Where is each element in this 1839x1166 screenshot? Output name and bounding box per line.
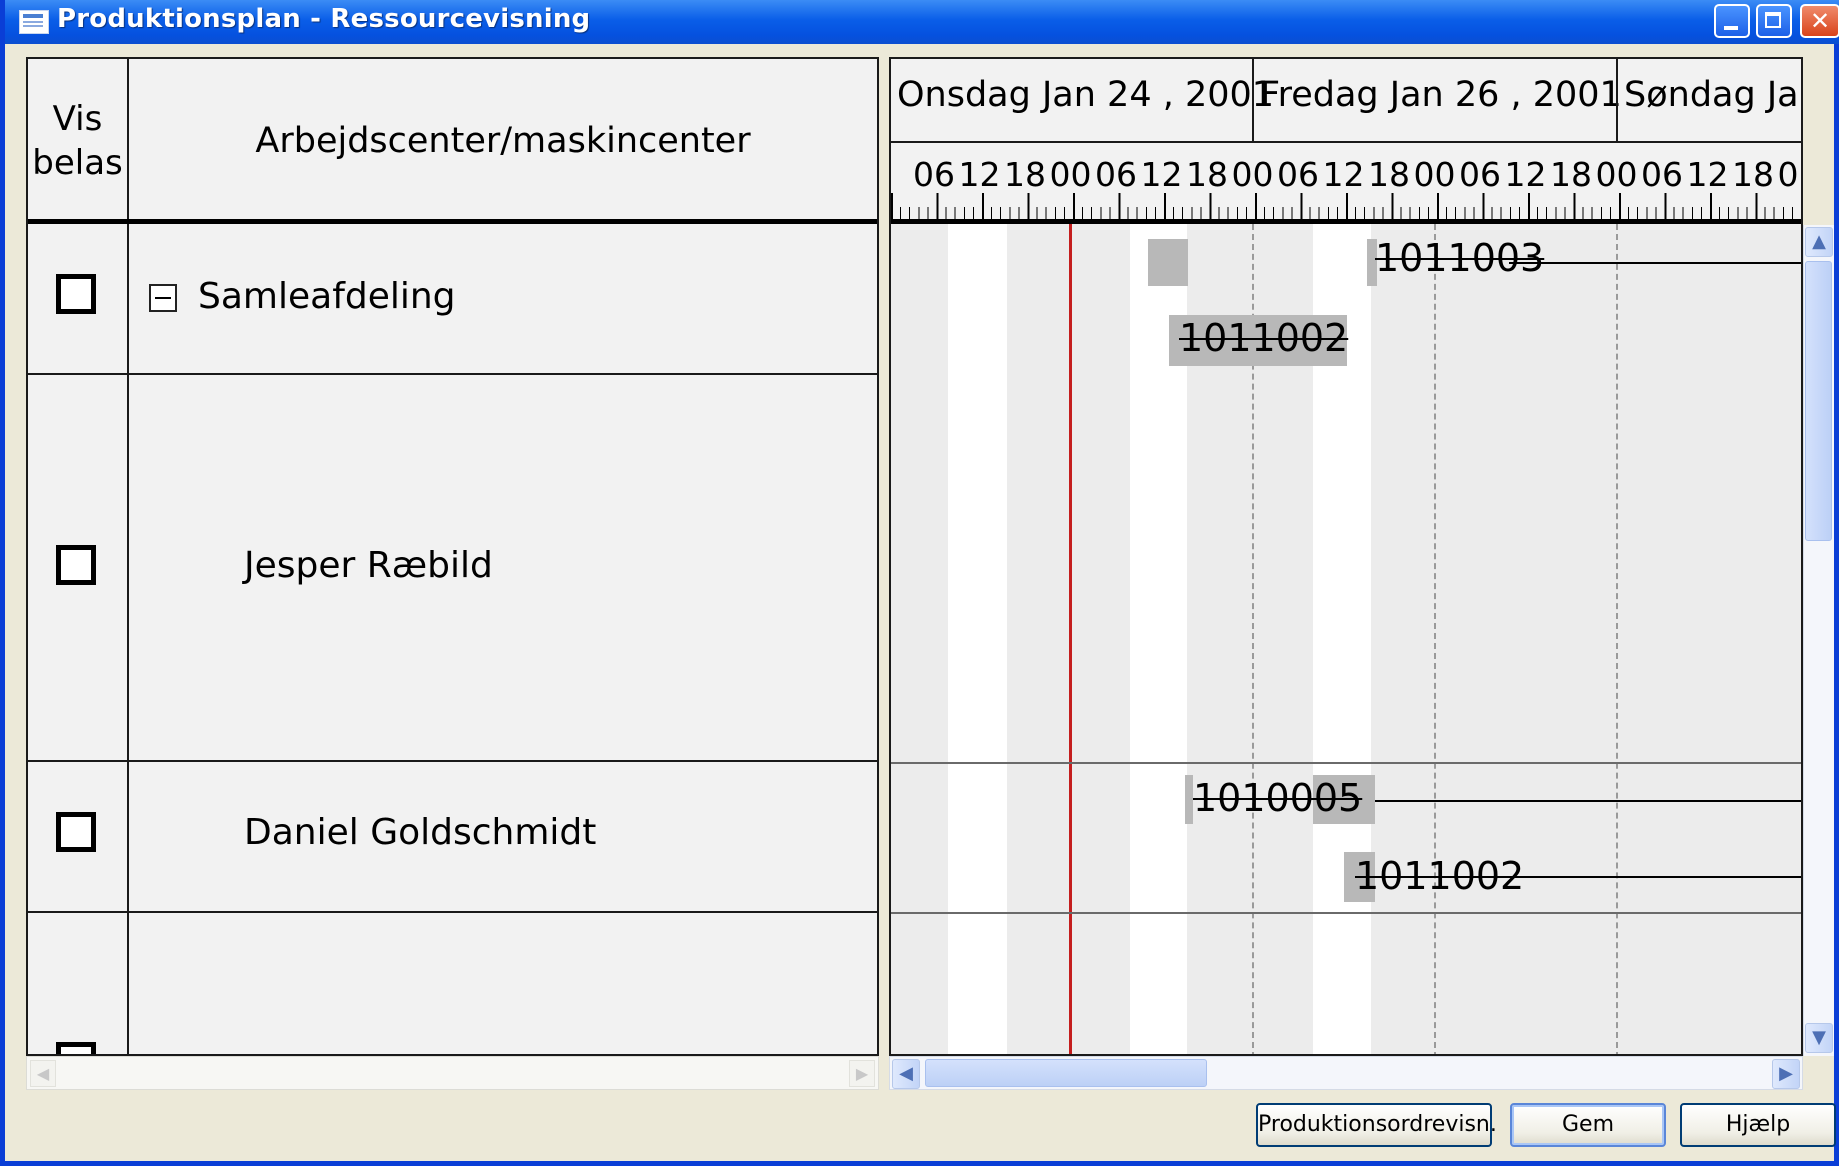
row-separator [891,762,1801,764]
header-vis-label: Vis belas [32,99,123,183]
gantt-body[interactable]: 1011003 1011002 1010005 1011002 [891,224,1801,1054]
hour-label: 06 [1277,155,1319,194]
vertical-scrollbar[interactable]: ▲ ▼ [1803,225,1834,1056]
today-line [1069,224,1072,1054]
nonwork-band [891,224,948,1054]
date-label: Onsdag Jan 24 , 2001 [897,75,1275,115]
collapse-icon[interactable] [149,284,177,312]
minimize-button[interactable] [1714,4,1750,38]
time-ruler [891,193,1801,219]
close-icon: ✕ [1809,7,1831,35]
hour-label: 18 [1368,155,1410,194]
hour-label: 00 [1049,155,1092,194]
row-name: Jesper Ræbild [244,545,493,586]
vertical-scroll-thumb[interactable] [1805,261,1832,541]
grid-row[interactable] [28,913,877,1054]
row-name: Samleafdeling [198,276,456,317]
task-line [1375,800,1801,802]
hour-label: 06 [1459,155,1501,194]
hour-label: 0 [1777,155,1799,194]
hour-label: 12 [958,155,1001,194]
hour-label: 12 [1504,155,1547,194]
scroll-left-icon[interactable]: ◀ [892,1059,920,1089]
task-label[interactable]: 1011002 [1179,316,1348,360]
date-header: Onsdag Jan 24 , 2001 Fredag Jan 26 , 200… [891,59,1801,143]
scroll-left-icon[interactable]: ◀ [30,1060,56,1087]
header-vis-belas[interactable]: Vis belas [28,97,127,185]
grid-row[interactable]: Samleafdeling [28,224,877,375]
scroll-down-icon[interactable]: ▼ [1805,1023,1833,1053]
close-button[interactable]: ✕ [1800,4,1839,38]
hour-label: 06 [1641,155,1683,194]
task-label[interactable]: 1011003 [1375,236,1544,280]
hour-label: 00 [1413,155,1456,194]
hour-label: 12 [1140,155,1183,194]
task-line [1491,876,1801,878]
form-icon [19,10,49,34]
hour-label: 18 [1550,155,1592,194]
show-load-checkbox[interactable] [56,812,96,852]
scroll-up-icon[interactable]: ▲ [1805,227,1833,257]
grid-row[interactable]: Jesper Ræbild [28,375,877,762]
window-title: Produktionsplan - Ressourcevisning [57,4,591,34]
hour-label: 06 [913,155,955,194]
task-bar[interactable] [1185,775,1193,824]
hour-label: 18 [1186,155,1228,194]
day-divider [1616,224,1618,1054]
title-bar[interactable]: Produktionsplan - Ressourcevisning ✕ [5,0,1839,44]
production-order-view-button[interactable]: Produktionsordrevisn. [1256,1103,1497,1147]
save-button[interactable]: Gem [1510,1103,1666,1147]
show-load-checkbox[interactable] [56,545,96,585]
day-divider [1434,224,1436,1054]
date-divider [1252,59,1254,143]
scroll-right-icon[interactable]: ▶ [1772,1059,1800,1089]
hour-label: 06 [1095,155,1137,194]
task-label[interactable]: 1010005 [1193,776,1362,820]
task-bar[interactable] [1148,239,1188,286]
scroll-right-icon[interactable]: ▶ [849,1060,875,1087]
show-load-checkbox[interactable] [56,274,96,314]
date-divider [1616,59,1618,143]
hour-label: 18 [1004,155,1046,194]
header-workcenter[interactable]: Arbejdscenter/maskincenter [129,121,877,161]
row-name: Daniel Goldschmidt [244,812,597,853]
help-button[interactable]: Hjælp [1680,1103,1836,1147]
show-load-checkbox[interactable] [56,1042,96,1054]
maximize-button[interactable] [1756,4,1792,38]
gantt-horizontal-scrollbar[interactable]: ◀ ▶ [889,1056,1803,1090]
date-label: Søndag Jan [1624,75,1803,115]
gantt-chart: Onsdag Jan 24 , 2001 Fredag Jan 26 , 200… [889,57,1803,1056]
hour-label: 00 [1595,155,1638,194]
hour-label: 18 [1732,155,1774,194]
grid-header: Vis belas Arbejdscenter/maskincenter [28,59,877,224]
task-line [1509,262,1801,264]
horizontal-scroll-thumb[interactable] [925,1059,1207,1087]
date-label: Fredag Jan 26 , 2001 [1260,75,1622,115]
hour-header: 06 12 18 00 06 12 18 00 06 12 18 00 06 12 18 00 06 12 18 0 [891,143,1801,224]
resource-grid: Vis belas Arbejdscenter/maskincenter Sam… [26,57,879,1056]
row-separator [891,912,1801,914]
work-band [948,224,1007,1054]
left-horizontal-scrollbar[interactable]: ◀ ▶ [26,1056,879,1090]
hour-label: 00 [1231,155,1274,194]
grid-row[interactable]: Daniel Goldschmidt [28,762,877,913]
hour-label: 12 [1686,155,1729,194]
window: Produktionsplan - Ressourcevisning ✕ Vis… [0,0,1839,1166]
hour-label: 12 [1322,155,1365,194]
